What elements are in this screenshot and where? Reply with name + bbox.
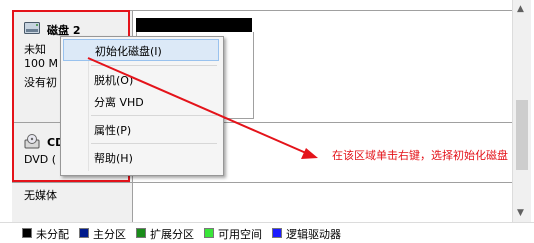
disk-management-panel: 磁盘 2 未知 100 M 没有初 CD DVD ( 无媒体 ▲ ▼ 初始化磁盘… [0, 0, 534, 243]
legend-swatch-logical-drive [272, 228, 282, 238]
legend-label-logical-drive: 逻辑驱动器 [286, 228, 341, 241]
legend-swatch-unallocated [22, 228, 32, 238]
legend-swatch-primary [79, 228, 89, 238]
annotation-arrow [87, 57, 318, 159]
annotation-text: 在该区域单击右键，选择初始化磁盘 [332, 149, 508, 162]
legend-label-primary: 主分区 [93, 228, 126, 241]
legend: 未分配 主分区 扩展分区 可用空间 逻辑驱动器 [0, 222, 534, 243]
legend-swatch-extended [136, 228, 146, 238]
legend-label-extended: 扩展分区 [150, 228, 194, 241]
legend-swatch-free-space [204, 228, 214, 238]
legend-label-free-space: 可用空间 [218, 228, 262, 241]
legend-label-unallocated: 未分配 [36, 228, 69, 241]
